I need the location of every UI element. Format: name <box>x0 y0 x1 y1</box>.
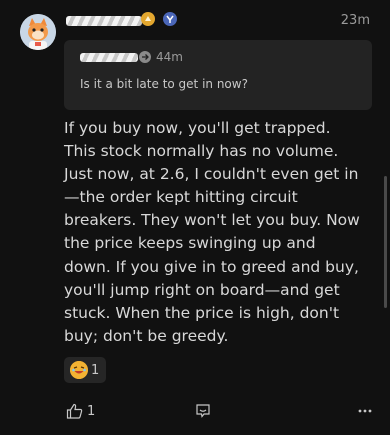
thumbs-up-icon <box>66 403 83 419</box>
scrollbar[interactable] <box>384 176 387 308</box>
gold-badge-icon <box>141 12 155 26</box>
laughing-emoji-icon <box>70 361 88 379</box>
post-time: 23m <box>340 13 370 28</box>
quoted-reply[interactable]: 44m Is it a bit late to get in now? <box>64 40 372 110</box>
avatar[interactable] <box>20 14 56 50</box>
reaction-count: 1 <box>91 362 100 378</box>
comment-icon[interactable] <box>195 403 211 423</box>
comment-body: If you buy now, you'll get trapped. This… <box>64 119 360 345</box>
more-icon[interactable] <box>357 402 373 422</box>
reaction-button[interactable]: 1 <box>64 357 106 383</box>
quoted-text: Is it a bit late to get in now? <box>80 77 248 91</box>
like-button[interactable]: 1 <box>66 403 95 419</box>
quoted-time: 44m <box>156 50 183 64</box>
username-redacted[interactable] <box>66 16 142 26</box>
like-count: 1 <box>87 403 96 419</box>
quoted-username-redacted[interactable] <box>80 53 138 62</box>
arrow-right-icon <box>139 51 151 63</box>
blue-badge-icon <box>163 12 177 26</box>
